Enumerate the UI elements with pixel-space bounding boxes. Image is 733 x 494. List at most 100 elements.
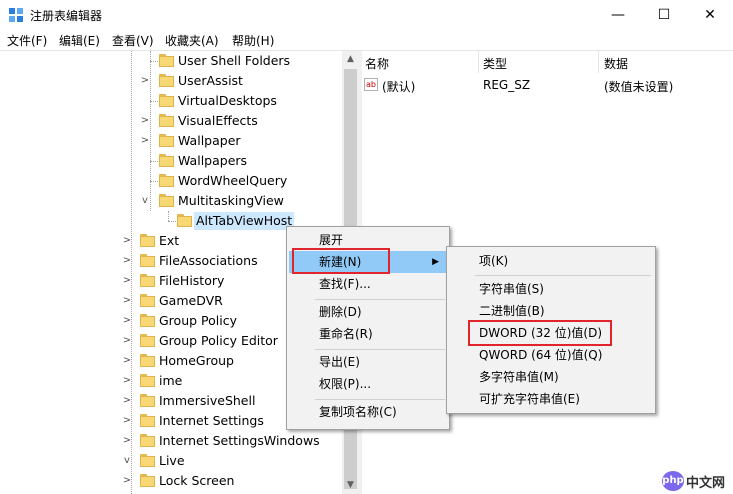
menu-item-delete[interactable]: 删除(D) [289, 301, 447, 323]
tree-node[interactable]: Wallpapers [0, 151, 342, 171]
folder-icon [140, 334, 155, 347]
submenu-item-binary-value[interactable]: 二进制值(B) [449, 300, 653, 322]
registry-editor-window: 注册表编辑器 — ☐ ✕ 文件(F) 编辑(E) 查看(V) 收藏夹(A) 帮助… [0, 0, 733, 494]
registry-editor-icon [9, 8, 23, 22]
collapse-chevron-icon[interactable]: v [122, 451, 132, 471]
collapse-chevron-icon[interactable]: v [140, 191, 150, 211]
tree-node-label: ime [159, 373, 183, 388]
folder-icon [159, 74, 174, 87]
expand-chevron-icon[interactable]: > [122, 391, 132, 411]
title-bar: 注册表编辑器 — ☐ ✕ [0, 0, 733, 30]
menu-separator [475, 275, 651, 276]
menu-separator [315, 299, 445, 300]
menu-favorites[interactable]: 收藏夹(A) [165, 32, 219, 49]
tree-node[interactable]: > Wallpaper [0, 131, 342, 151]
expand-chevron-icon[interactable]: > [122, 231, 132, 251]
column-header-data[interactable]: 数据 [604, 55, 628, 72]
tree-node-label: Group Policy [159, 313, 237, 328]
tree-node-label: Live [159, 453, 185, 468]
close-button[interactable]: ✕ [687, 0, 733, 30]
expand-chevron-icon[interactable]: > [122, 271, 132, 291]
expand-chevron-icon[interactable]: > [122, 351, 132, 371]
column-header-type[interactable]: 类型 [483, 55, 507, 72]
folder-icon [159, 194, 174, 207]
tree-node[interactable]: VirtualDesktops [0, 91, 342, 111]
menu-item-label: 二进制值(B) [479, 304, 545, 318]
tree-node[interactable]: v Live [0, 451, 342, 471]
folder-icon [159, 154, 174, 167]
menu-file[interactable]: 文件(F) [7, 32, 47, 49]
expand-chevron-icon[interactable]: > [140, 71, 150, 91]
tree-node[interactable]: > Internet SettingsWindows [0, 431, 342, 451]
folder-icon [159, 114, 174, 127]
expand-chevron-icon[interactable]: > [122, 371, 132, 391]
menu-help[interactable]: 帮助(H) [232, 32, 274, 49]
menu-item-find[interactable]: 查找(F)... [289, 273, 447, 295]
menu-item-label: 可扩充字符串值(E) [479, 392, 580, 406]
expand-chevron-icon[interactable]: > [140, 111, 150, 131]
maximize-button[interactable]: ☐ [641, 0, 687, 30]
watermark-text: 中文网 [686, 476, 726, 491]
annotation-box-dword [468, 320, 612, 346]
expand-chevron-icon[interactable]: > [122, 291, 132, 311]
menu-item-label: 项(K) [479, 254, 509, 268]
menu-view[interactable]: 查看(V) [112, 32, 154, 49]
tree-connector [150, 101, 158, 102]
window-title: 注册表编辑器 [30, 9, 103, 23]
folder-icon [140, 254, 155, 267]
expand-chevron-icon[interactable]: > [122, 471, 132, 491]
menu-item-rename[interactable]: 重命名(R) [289, 323, 447, 345]
php-logo: php [662, 471, 684, 491]
menu-item-permissions[interactable]: 权限(P)... [289, 373, 447, 395]
tree-node[interactable]: WordWheelQuery [0, 171, 342, 191]
expand-chevron-icon[interactable]: > [140, 131, 150, 151]
folder-icon [177, 214, 192, 227]
submenu-item-string-value[interactable]: 字符串值(S) [449, 278, 653, 300]
folder-icon [140, 374, 155, 387]
folder-icon [140, 294, 155, 307]
scroll-up-icon[interactable]: ▲ [342, 51, 359, 68]
scroll-down-icon[interactable]: ▼ [342, 477, 359, 494]
tree-connector [168, 221, 176, 222]
tree-connector [150, 181, 158, 182]
menu-item-label: 重命名(R) [319, 327, 373, 341]
column-divider[interactable] [598, 51, 599, 73]
menu-item-label: 查找(F)... [319, 277, 371, 291]
folder-icon [140, 274, 155, 287]
tree-node[interactable]: v MultitaskingView [0, 191, 342, 211]
expand-chevron-icon[interactable]: > [122, 411, 132, 431]
tree-node[interactable]: > Lock Screen [0, 471, 342, 491]
minimize-button[interactable]: — [595, 0, 641, 30]
tree-connector [150, 161, 158, 162]
submenu-item-multi-string-value[interactable]: 多字符串值(M) [449, 366, 653, 388]
menu-edit[interactable]: 编辑(E) [59, 32, 100, 49]
submenu-arrow-icon: ▶ [432, 257, 439, 267]
menu-item-copy-key-name[interactable]: 复制项名称(C) [289, 401, 447, 423]
submenu-item-qword-value[interactable]: QWORD (64 位)值(Q) [449, 344, 653, 366]
expand-chevron-icon[interactable]: > [122, 251, 132, 271]
tree-node-label: Ext [159, 233, 180, 248]
folder-icon [140, 354, 155, 367]
value-type: REG_SZ [483, 78, 531, 92]
menu-item-label: 删除(D) [319, 305, 362, 319]
tree-node[interactable]: > UserAssist [0, 71, 342, 91]
submenu-item-expandable-string-value[interactable]: 可扩充字符串值(E) [449, 388, 653, 410]
tree-node-label: Internet SettingsWindows [159, 433, 320, 448]
expand-chevron-icon[interactable]: > [122, 431, 132, 451]
tree-node-label: GameDVR [159, 293, 223, 308]
column-header-name[interactable]: 名称 [365, 55, 389, 72]
value-name: (默认) [382, 80, 416, 94]
menu-item-export[interactable]: 导出(E) [289, 351, 447, 373]
menu-separator [315, 399, 445, 400]
tree-node[interactable]: User Shell Folders [0, 51, 342, 71]
value-row[interactable]: ab (默认) REG_SZ (数值未设置) [362, 75, 733, 95]
tree-node-label: UserAssist [178, 73, 243, 88]
column-divider[interactable] [478, 51, 479, 73]
folder-icon [140, 454, 155, 467]
menu-item-label: QWORD (64 位)值(Q) [479, 348, 603, 362]
tree-node[interactable]: > VisualEffects [0, 111, 342, 131]
expand-chevron-icon[interactable]: > [122, 311, 132, 331]
expand-chevron-icon[interactable]: > [122, 331, 132, 351]
submenu-item-key[interactable]: 项(K) [449, 250, 653, 272]
tree-node-label: FileHistory [159, 273, 225, 288]
